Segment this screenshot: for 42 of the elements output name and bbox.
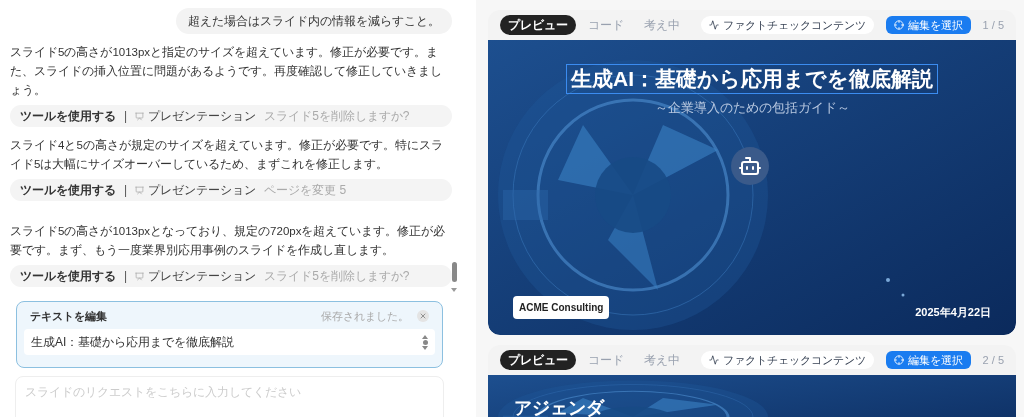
presentation-icon: [135, 111, 145, 121]
tool-name: プレゼンテーション: [148, 182, 257, 199]
tool-label: ツールを使用する: [20, 182, 116, 199]
slide-date: 2025年4月22日: [915, 304, 991, 320]
page-counter: 1 / 5: [982, 17, 1004, 33]
tool-label: ツールを使用する: [20, 268, 116, 285]
fact-check-button[interactable]: ファクトチェックコンテンツ: [700, 350, 874, 370]
tool-label: ツールを使用する: [20, 108, 116, 125]
panel-title: テキストを編集: [30, 308, 107, 324]
separator: |: [124, 108, 128, 125]
slide-subtitle: ～企業導入のための包括ガイド～: [654, 99, 850, 117]
page-counter: 2 / 5: [982, 352, 1004, 368]
slide-title[interactable]: 生成AI：基礎から応用までを徹底解説: [566, 64, 938, 94]
company-label: ACME Consulting: [513, 296, 610, 320]
tool-name: プレゼンテーション: [148, 108, 257, 125]
tool-name: プレゼンテーション: [148, 268, 257, 285]
fact-check-button[interactable]: ファクトチェックコンテンツ: [700, 15, 874, 35]
separator: |: [124, 182, 128, 199]
tool-action: スライド5を削除しますか?: [264, 268, 410, 285]
scroll-down-icon[interactable]: [451, 288, 457, 292]
user-message: 超えた場合はスライド内の情報を減らすこと。: [176, 8, 452, 34]
assistant-message: スライド5の高さが1013pxと指定のサイズを超えています。修正が必要です。また、スライドの挿入位置に問題があるようです。再度確認して修正していきましょう。: [10, 45, 443, 98]
tool-action: スライド5を削除しますか?: [264, 108, 410, 125]
select-edit-button[interactable]: 編集を選択: [885, 350, 971, 370]
assistant-message: スライド5の高さが1013pxとなっており、規定の720pxを超えています。修正が必要です。まず、もう一度業界別応用事例のスライドを作成し直します。: [10, 224, 447, 259]
presentation-icon: [135, 271, 145, 281]
view-tab[interactable]: プレビュー: [500, 15, 576, 35]
text-field[interactable]: 生成AI：基礎から応用までを徹底解説: [24, 329, 435, 355]
text-input[interactable]: 生成AI：基礎から応用までを徹底解説: [31, 333, 422, 351]
separator: |: [124, 268, 128, 285]
close-button[interactable]: [417, 310, 429, 322]
target-icon: [893, 355, 904, 365]
tool-action: ページを変更 5: [264, 182, 347, 199]
scrollbar-thumb[interactable]: [452, 262, 457, 282]
stepper-icon[interactable]: [422, 334, 428, 350]
assistant-message: スライド4と5の高さが規定のサイズを超えています。修正が必要です。特にスライド5は大幅にサイズオーバーしているため、まずこれを修正します。: [10, 138, 444, 173]
close-icon: [419, 312, 427, 320]
target-icon: [893, 20, 904, 30]
view-tab[interactable]: プレビュー: [500, 350, 576, 370]
select-edit-button[interactable]: 編集を選択: [885, 15, 971, 35]
presentation-icon: [135, 185, 145, 195]
save-status: 保存されました。: [321, 308, 409, 324]
